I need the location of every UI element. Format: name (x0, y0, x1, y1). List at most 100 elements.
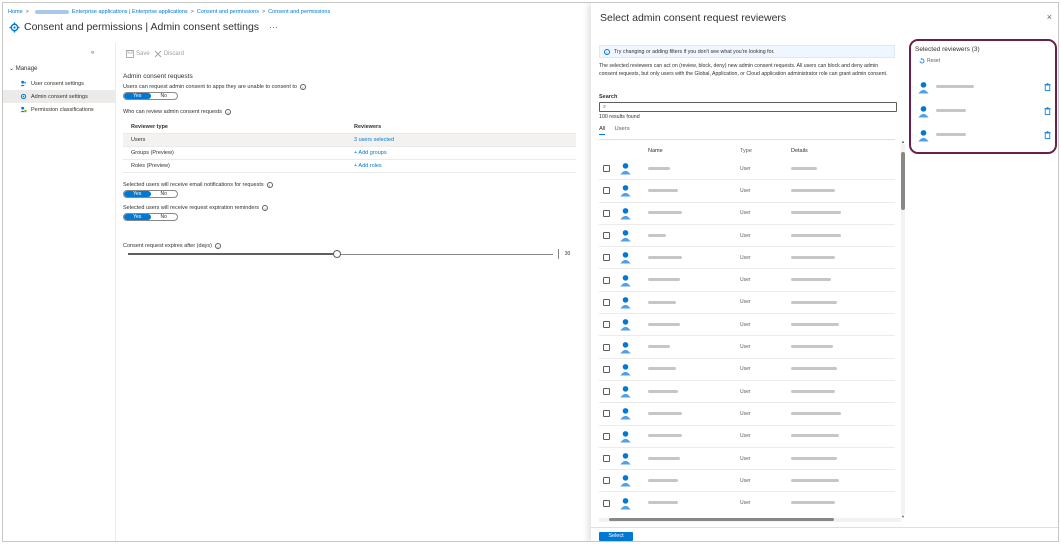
horizontal-scrollbar[interactable] (599, 518, 901, 522)
row-checkbox[interactable] (603, 343, 610, 351)
sidebar-item-user-consent[interactable]: User consent settings (3, 77, 115, 90)
info-icon[interactable]: i (262, 205, 269, 211)
info-icon[interactable]: i (299, 84, 306, 90)
user-type: User (740, 277, 751, 284)
row-checkbox[interactable] (603, 187, 610, 195)
collapse-sidebar-icon[interactable]: « (91, 50, 100, 56)
slider-value-input[interactable]: 30 (558, 249, 576, 259)
user-type: User (740, 455, 751, 462)
user-name-redacted (648, 500, 678, 506)
add-groups-link[interactable]: + Add groups (354, 150, 576, 156)
row-checkbox[interactable] (603, 365, 610, 373)
row-checkbox[interactable] (603, 209, 610, 217)
toggle-no[interactable]: No (151, 93, 178, 99)
row-checkbox[interactable] (603, 455, 610, 462)
row-checkbox[interactable] (603, 499, 610, 507)
info-icon: i (604, 48, 610, 55)
users-selected-link[interactable]: 3 users selected (354, 137, 576, 143)
request-consent-toggle[interactable]: Yes No (123, 92, 178, 100)
row-checkbox[interactable] (603, 298, 610, 306)
user-name-redacted (648, 322, 680, 328)
list-item[interactable]: User (599, 426, 895, 448)
list-item[interactable]: User (599, 470, 895, 493)
scroll-down-icon[interactable]: ▼ (901, 514, 905, 519)
reset-button[interactable]: Reset (919, 58, 940, 64)
row-checkbox[interactable] (603, 410, 610, 418)
vertical-scrollbar[interactable]: ▲ ▼ (901, 139, 905, 519)
search-input[interactable]: ⌕ (599, 102, 897, 112)
email-notifications-toggle[interactable]: Yes No (123, 190, 178, 198)
user-details-redacted (791, 188, 835, 194)
list-item[interactable]: User (599, 292, 895, 315)
row-checkbox[interactable] (603, 254, 610, 262)
user-type: User (740, 344, 751, 351)
tab-users[interactable]: Users (614, 126, 629, 135)
breadcrumb-home[interactable]: Home (8, 9, 23, 15)
row-checkbox[interactable] (603, 388, 610, 396)
list-item[interactable]: User (599, 403, 895, 426)
toolbar: Save Discard (126, 50, 184, 58)
setting-label: Consent request expires after (days) i (123, 243, 583, 249)
list-item[interactable]: User (599, 448, 895, 471)
close-icon[interactable]: × (1047, 12, 1052, 22)
reviewer-selection-panel: Select admin consent request reviewers ×… (591, 3, 1058, 541)
expiration-reminders-toggle[interactable]: Yes No (123, 213, 178, 221)
list-item[interactable]: User (599, 203, 895, 225)
row-checkbox[interactable] (603, 232, 610, 240)
sidebar-item-permission-classifications[interactable]: Permission classifications (3, 103, 115, 116)
divider (591, 527, 1058, 528)
slider-thumb[interactable] (333, 250, 341, 258)
list-item[interactable]: User (599, 158, 895, 181)
table-row[interactable]: Roles (Preview) + Add roles (123, 160, 576, 173)
page-title: Consent and permissions | Admin consent … (9, 21, 278, 33)
select-button[interactable]: Select (599, 532, 633, 541)
breadcrumb-item[interactable]: Enterprise applications | Enterprise app… (72, 9, 188, 15)
list-item[interactable]: User (599, 225, 895, 248)
info-icon[interactable]: i (214, 243, 221, 249)
sidebar-group-manage[interactable]: ⌄ Manage (9, 65, 37, 72)
row-checkbox[interactable] (603, 432, 610, 440)
toggle-no[interactable]: No (151, 214, 178, 220)
delete-icon[interactable] (1044, 83, 1051, 91)
user-details-redacted (791, 255, 835, 261)
discard-button[interactable]: Discard (154, 50, 184, 58)
row-checkbox[interactable] (603, 321, 610, 329)
delete-icon[interactable] (1044, 107, 1051, 115)
row-checkbox[interactable] (603, 165, 610, 173)
tab-all[interactable]: All (599, 126, 606, 135)
save-button[interactable]: Save (126, 50, 150, 58)
user-avatar-icon (620, 274, 631, 287)
scroll-thumb[interactable] (609, 518, 834, 521)
list-item[interactable]: User (599, 269, 895, 292)
list-item[interactable]: User (599, 247, 895, 270)
list-item[interactable]: User (599, 336, 895, 359)
list-item[interactable]: User (599, 492, 895, 514)
list-item[interactable]: User (599, 180, 895, 203)
table-row[interactable]: Groups (Preview) + Add groups (123, 147, 576, 160)
delete-icon[interactable] (1044, 131, 1051, 139)
info-icon[interactable]: i (266, 182, 273, 188)
toggle-yes[interactable]: Yes (124, 93, 151, 99)
table-row[interactable]: Users 3 users selected (123, 134, 576, 147)
list-item[interactable]: User (599, 381, 895, 404)
scroll-thumb[interactable] (901, 152, 905, 210)
list-item[interactable]: User (599, 314, 895, 337)
user-list: Name Type Details User User User User User Us… (599, 144, 895, 514)
add-roles-link[interactable]: + Add roles (354, 163, 576, 169)
info-icon[interactable]: i (225, 109, 232, 115)
breadcrumb-item[interactable]: Consent and permissions (268, 9, 330, 15)
sidebar-item-admin-consent[interactable]: Admin consent settings (3, 90, 115, 103)
row-checkbox[interactable] (603, 477, 610, 485)
toggle-yes[interactable]: Yes (124, 191, 151, 197)
more-options-icon[interactable]: ··· (269, 22, 278, 32)
scroll-up-icon[interactable]: ▲ (901, 139, 905, 144)
user-type: User (740, 477, 751, 484)
toggle-yes[interactable]: Yes (124, 214, 151, 220)
list-item[interactable]: User (599, 359, 895, 381)
row-checkbox[interactable] (603, 276, 610, 284)
toggle-no[interactable]: No (151, 191, 178, 197)
user-name-redacted (648, 277, 680, 283)
breadcrumb-item[interactable]: Consent and permissions (197, 9, 259, 15)
user-name-redacted (648, 188, 678, 194)
user-details-redacted (791, 322, 839, 328)
